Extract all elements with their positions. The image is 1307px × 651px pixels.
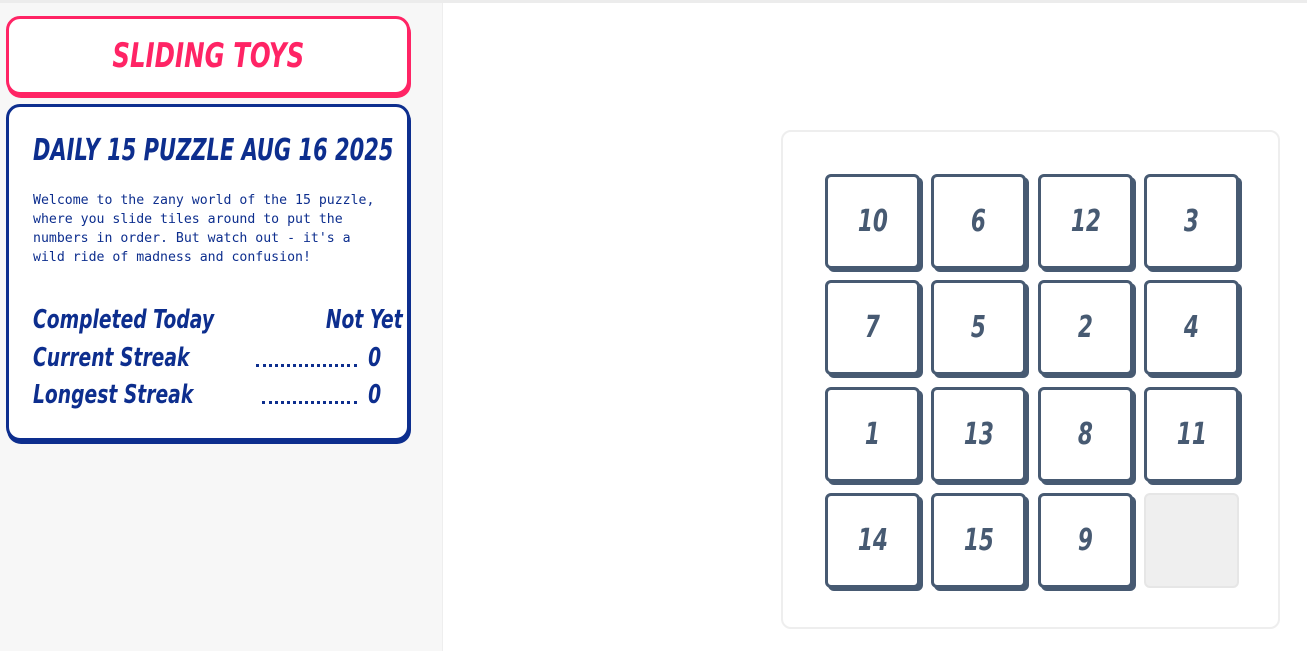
stat-label: Longest Streak <box>33 380 194 410</box>
stat-value: Not Yet <box>326 305 404 335</box>
puzzle-board: 10 6 12 3 7 5 2 4 1 13 8 11 14 15 9 <box>781 130 1280 629</box>
puzzle-tile[interactable]: 13 <box>931 387 1026 482</box>
puzzle-tile[interactable]: 4 <box>1144 280 1239 375</box>
sidebar: SLIDING TOYS DAILY 15 PUZZLE AUG 16 2025… <box>0 3 443 651</box>
stat-label: Current Streak <box>33 343 190 373</box>
tile-number: 10 <box>857 204 888 239</box>
tile-number: 15 <box>963 523 994 558</box>
puzzle-tile[interactable]: 1 <box>825 387 920 482</box>
intro-text: Welcome to the zany world of the 15 puzz… <box>33 193 375 265</box>
puzzle-tile[interactable]: 7 <box>825 280 920 375</box>
stat-completed-today: Completed Today Not Yet <box>33 299 403 335</box>
stat-longest-streak: Longest Streak 0 <box>33 374 381 410</box>
dotted-leader <box>256 364 357 367</box>
stat-value: 0 <box>367 343 381 373</box>
empty-slot <box>1144 493 1239 588</box>
stat-current-streak: Current Streak 0 <box>33 337 381 373</box>
puzzle-tile[interactable]: 5 <box>931 280 1026 375</box>
tile-number: 13 <box>963 417 994 452</box>
puzzle-info-panel: DAILY 15 PUZZLE AUG 16 2025 Welcome to t… <box>6 104 410 441</box>
tile-number: 1 <box>864 417 881 452</box>
tile-number: 12 <box>1070 204 1101 239</box>
puzzle-tile[interactable]: 10 <box>825 174 920 269</box>
dotted-leader <box>261 401 357 404</box>
tile-number: 2 <box>1077 310 1094 345</box>
brand-title: SLIDING TOYS <box>112 35 304 76</box>
tile-number: 8 <box>1077 417 1094 452</box>
stat-value: 0 <box>367 380 381 410</box>
puzzle-tile[interactable]: 12 <box>1038 174 1133 269</box>
puzzle-tile[interactable]: 8 <box>1038 387 1133 482</box>
tile-number: 5 <box>970 310 987 345</box>
tile-number: 11 <box>1176 417 1207 452</box>
tile-number: 14 <box>857 523 888 558</box>
puzzle-title: DAILY 15 PUZZLE AUG 16 2025 <box>33 133 394 168</box>
tile-number: 3 <box>1183 204 1200 239</box>
puzzle-tile[interactable]: 6 <box>931 174 1026 269</box>
puzzle-tile[interactable]: 11 <box>1144 387 1239 482</box>
puzzle-tile[interactable]: 15 <box>931 493 1026 588</box>
puzzle-tile[interactable]: 2 <box>1038 280 1133 375</box>
puzzle-tile[interactable]: 3 <box>1144 174 1239 269</box>
tile-number: 7 <box>864 310 881 345</box>
puzzle-tile[interactable]: 9 <box>1038 493 1133 588</box>
puzzle-tile[interactable]: 14 <box>825 493 920 588</box>
tile-number: 4 <box>1183 310 1200 345</box>
brand-header: SLIDING TOYS <box>6 16 410 95</box>
tile-number: 6 <box>970 204 987 239</box>
stat-label: Completed Today <box>33 305 215 335</box>
tile-number: 9 <box>1077 523 1094 558</box>
